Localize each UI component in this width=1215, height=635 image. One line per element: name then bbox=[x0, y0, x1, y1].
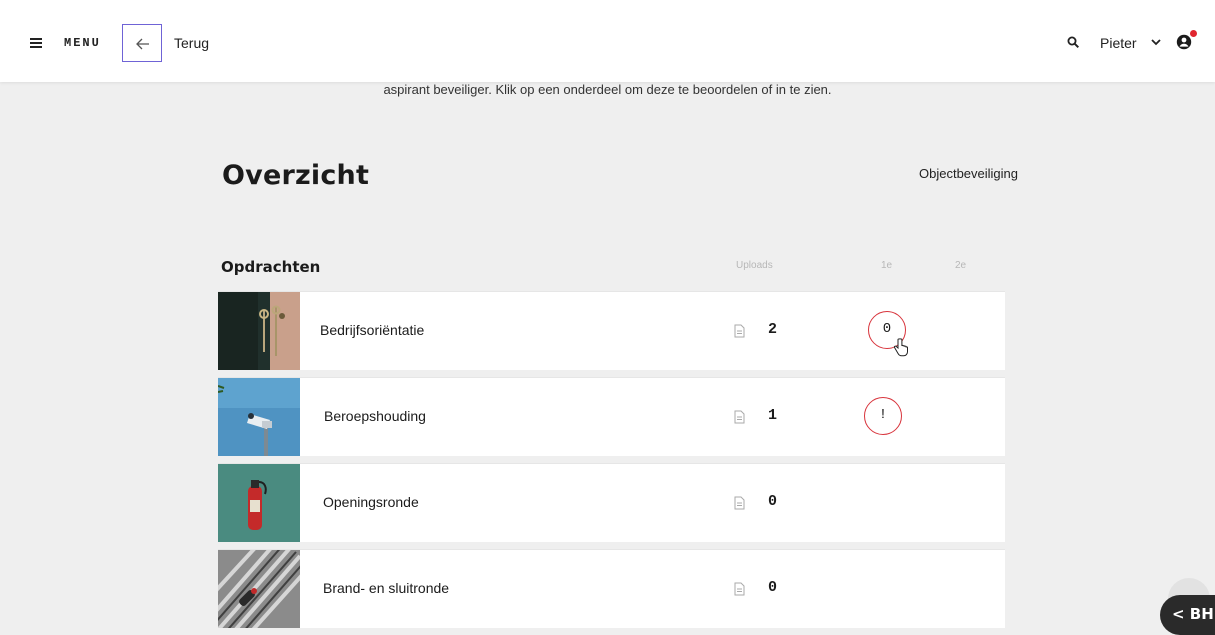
page-title: Overzicht bbox=[222, 160, 370, 191]
document-icon bbox=[734, 496, 745, 510]
hand-cursor-icon bbox=[893, 338, 908, 357]
assignment-row[interactable]: Bedrijfsoriëntatie 2 0 bbox=[218, 291, 1005, 370]
assignment-name: Bedrijfsoriëntatie bbox=[320, 322, 425, 338]
floating-side-button[interactable]: < BH bbox=[1160, 595, 1215, 635]
assignment-name: Openingsronde bbox=[323, 494, 419, 510]
assignment-name: Brand- en sluitronde bbox=[323, 580, 450, 596]
first-score-badge[interactable]: ! bbox=[864, 397, 902, 435]
assignment-thumbnail bbox=[218, 550, 300, 628]
menu-icon[interactable] bbox=[30, 38, 42, 48]
assignment-thumbnail bbox=[218, 292, 300, 370]
assignment-row[interactable]: Brand- en sluitronde 0 bbox=[218, 549, 1005, 628]
document-icon bbox=[734, 324, 745, 338]
chevron-down-icon[interactable] bbox=[1151, 39, 1161, 46]
upload-count: 2 bbox=[768, 321, 778, 338]
menu-button[interactable]: MENU bbox=[64, 36, 101, 50]
assignment-name: Beroepshouding bbox=[324, 408, 426, 424]
list-title: Opdrachten bbox=[221, 258, 321, 276]
assignment-row[interactable]: Beroepshouding 1 ! bbox=[218, 377, 1005, 456]
back-button[interactable] bbox=[122, 24, 162, 62]
assignment-thumbnail bbox=[218, 464, 300, 542]
arrow-left-icon bbox=[136, 38, 149, 50]
search-icon[interactable] bbox=[1067, 36, 1080, 49]
back-label[interactable]: Terug bbox=[174, 35, 209, 51]
column-header-first: 1e bbox=[881, 260, 893, 271]
document-icon bbox=[734, 582, 745, 596]
upload-count: 0 bbox=[768, 493, 778, 510]
notification-dot bbox=[1190, 30, 1197, 37]
upload-count: 0 bbox=[768, 579, 778, 596]
column-header-second: 2e bbox=[955, 260, 967, 271]
user-icon[interactable] bbox=[1176, 33, 1192, 50]
section-label: Objectbeveiliging bbox=[919, 166, 1019, 181]
assignment-thumbnail bbox=[218, 378, 300, 456]
upload-count: 1 bbox=[768, 407, 778, 424]
top-bar: MENU Terug Pieter bbox=[0, 0, 1215, 82]
column-header-uploads: Uploads bbox=[736, 260, 773, 271]
document-icon bbox=[734, 410, 745, 424]
intro-text: aspirant beveiliger. Klik op een onderde… bbox=[383, 82, 832, 97]
assignment-row[interactable]: Openingsronde 0 bbox=[218, 463, 1005, 542]
user-name[interactable]: Pieter bbox=[1100, 35, 1137, 51]
